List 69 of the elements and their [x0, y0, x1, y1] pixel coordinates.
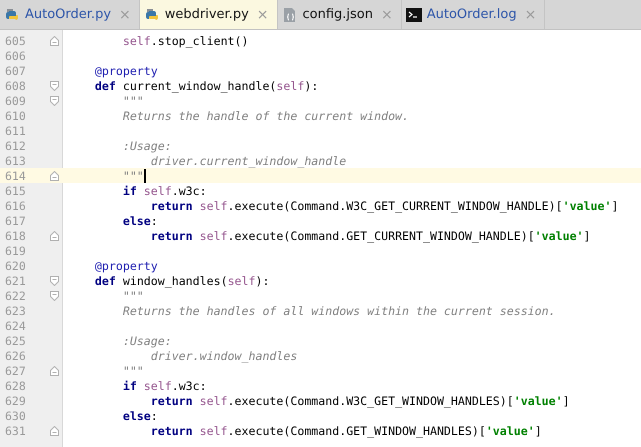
line-number: 617: [5, 214, 26, 228]
code-line: """: [122, 288, 144, 302]
line-number: 619: [5, 244, 26, 258]
line-number: 624: [5, 318, 26, 332]
code-line: def current_window_handle(self):: [94, 78, 318, 92]
editor-tab[interactable]: AutoOrder.log ×: [402, 0, 546, 29]
line-number: 630: [5, 408, 26, 422]
line-number: 623: [5, 304, 26, 318]
code-line: if self.w3c:: [122, 184, 207, 198]
line-number: 608: [5, 78, 26, 92]
code-line: return self.execute(Command.W3C_GET_CURRENT_WINDOW_HANDLE)['value']: [150, 198, 618, 212]
code-line: return self.execute(Command.GET_WINDOW_HANDLES)['value']: [150, 424, 542, 438]
line-number: 626: [5, 348, 26, 362]
line-number: 609: [5, 94, 26, 108]
code-line: """: [122, 168, 144, 182]
code-line: driver.current_window_handle: [150, 154, 346, 168]
line-number: 612: [5, 138, 26, 152]
line-number: 607: [5, 64, 26, 78]
code-line: driver.window_handles: [150, 348, 298, 362]
editor-tab[interactable]: config.json ×: [278, 0, 402, 29]
fold-icon[interactable]: [50, 96, 59, 106]
editor-tab[interactable]: AutoOrder.py ×: [0, 0, 140, 29]
code-line: else:: [122, 408, 158, 422]
fold-icon[interactable]: [50, 426, 59, 436]
code-line: return self.execute(Command.W3C_GET_WINDOW_HANDLES)['value']: [150, 394, 570, 408]
line-number: 620: [5, 258, 26, 272]
python-file-icon: [4, 6, 20, 22]
line-number: 606: [5, 48, 26, 62]
fold-icon[interactable]: [50, 170, 59, 180]
fold-icon[interactable]: [50, 80, 59, 90]
fold-icon[interactable]: [50, 366, 59, 376]
code-line: """: [122, 94, 144, 108]
line-number: 616: [5, 198, 26, 212]
line-number: 625: [5, 334, 26, 348]
line-number: 628: [5, 378, 26, 392]
line-number: 631: [5, 424, 26, 438]
code-line: :Usage:: [122, 138, 172, 152]
fold-icon[interactable]: [50, 290, 59, 300]
line-number: 605: [5, 34, 26, 48]
terminal-icon: [406, 8, 422, 22]
fold-icon[interactable]: [50, 36, 59, 46]
line-number: 614: [5, 168, 26, 182]
line-number: 622: [5, 288, 26, 302]
line-number: 621: [5, 274, 26, 288]
code-line: """: [122, 364, 144, 378]
fold-icon[interactable]: [50, 230, 59, 240]
line-number: 629: [5, 394, 26, 408]
code-line: else:: [122, 214, 158, 228]
editor-tab[interactable]: webdriver.py ×: [140, 0, 278, 29]
python-file-icon: [144, 6, 160, 22]
code-line: @property: [94, 258, 158, 272]
code-line: def window_handles(self):: [94, 274, 270, 288]
line-number: 627: [5, 364, 26, 378]
line-number: 610: [5, 108, 26, 122]
line-number: 611: [5, 124, 26, 138]
code-line: self.stop_client(): [122, 34, 248, 48]
code-line: @property: [94, 64, 158, 78]
line-number: 613: [5, 154, 26, 168]
code-line: Returns the handle of the current window.: [122, 108, 410, 122]
line-number: 618: [5, 228, 26, 242]
code-line: Returns the handles of all windows within the current session.: [122, 304, 556, 318]
code-line: return self.execute(Command.GET_CURRENT_WINDOW_HANDLE)['value']: [150, 228, 591, 242]
line-number: 615: [5, 184, 26, 198]
fold-icon[interactable]: [50, 276, 59, 286]
json-file-icon: [282, 6, 298, 22]
close-tab-button[interactable]: ×: [256, 6, 268, 22]
code-line: if self.w3c:: [122, 378, 207, 392]
code-line: :Usage:: [122, 334, 172, 348]
text-caret: [144, 168, 146, 182]
